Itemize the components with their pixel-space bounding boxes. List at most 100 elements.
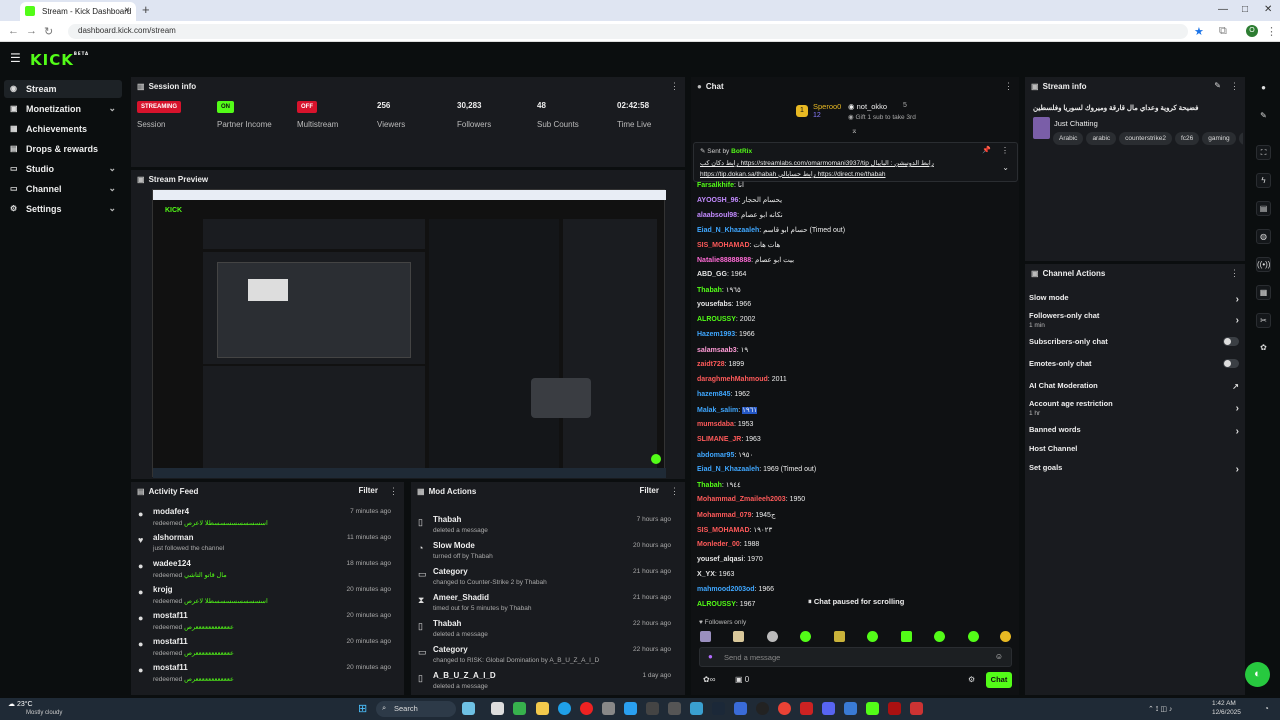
taskbar-search[interactable]: ⌕ Search [376,701,456,717]
gift-user[interactable]: Speroo0 [813,102,841,111]
emote-icon[interactable] [700,631,711,642]
emotes-only-toggle[interactable] [1223,359,1239,368]
bookmark-star-icon[interactable]: ★ [1194,25,1204,38]
filter-button[interactable]: Filter [639,486,659,495]
channel-action-slow-mode[interactable]: Slow mode › [1029,293,1239,305]
new-tab-button[interactable]: + [142,2,150,17]
chat-username[interactable]: daraghmehMahmoud [697,376,768,383]
file-explorer-icon[interactable] [536,702,549,715]
emote-icon[interactable] [968,631,979,642]
mod-target[interactable]: Thabah [433,619,461,628]
taskbar-date[interactable]: 12/6/2025 [1212,709,1241,716]
mod-target[interactable]: Category [433,567,468,576]
pinned-bot-name[interactable]: BotRix [731,148,752,155]
chat-username[interactable]: Mohammad_Zmaileeh2003 [697,496,786,503]
chat-username[interactable]: X_YX [697,571,715,578]
kick-logo[interactable]: KICKBETA [30,51,89,69]
kebab-menu-icon[interactable]: ⋮ [670,486,679,497]
channel-action-account-age[interactable]: Account age restriction 1 hr › [1029,399,1239,417]
tag-chip[interactable]: gaming [1202,132,1236,145]
task-view-icon[interactable] [491,702,504,715]
chat-username[interactable]: zaidt728 [697,361,725,368]
pin-icon[interactable]: 📌 [982,146,991,154]
chat-username[interactable]: Farsalkhife [697,182,734,189]
mod-target[interactable]: Category [433,645,468,654]
emote-icon[interactable] [901,631,912,642]
sidebar-item-channel[interactable]: ▭ Channel ⌄ [4,180,122,198]
fullscreen-icon[interactable]: ⛶ [1256,145,1271,160]
kebab-menu-icon[interactable]: ⋮ [389,486,398,497]
close-tab-icon[interactable]: × [124,5,130,16]
sidebar-item-drops[interactable]: ▤ Drops & rewards [4,140,122,158]
broadcast-icon[interactable]: ((•)) [1256,257,1271,272]
chat-username[interactable]: SIS_MOHAMAD [697,242,750,249]
tray-icons[interactable]: ⌃ ⟟ ◫ ♪ [1148,705,1172,714]
chat-username[interactable]: yousefabs [697,301,732,308]
tag-chip[interactable]: arabic [1086,132,1117,145]
mod-target[interactable]: Slow Mode [433,541,475,550]
emoji-icon[interactable]: ☺ [995,652,1003,661]
discord-icon[interactable] [822,702,835,715]
start-button[interactable]: ⊞ [358,702,367,715]
taskbar-app-icon[interactable] [844,702,857,715]
gift-target[interactable]: not_okko [857,102,887,111]
mod-target[interactable]: Ameer_Shadid [433,593,489,602]
kebab-menu-icon[interactable]: ⋮ [1230,81,1239,92]
chat-username[interactable]: SLIMANE_JR [697,436,741,443]
pinned-line[interactable]: رابط دكان كب https://streamlabs.com/omar… [700,159,1000,167]
emote-icon[interactable] [1000,631,1011,642]
emote-icon[interactable] [800,631,811,642]
feed-username[interactable]: krojg [153,585,173,594]
notification-icon[interactable]: ◔ [1264,704,1269,713]
channel-action-host-channel[interactable]: Host Channel [1029,444,1239,453]
points-icon[interactable]: ✿∞ [703,675,715,684]
tag-chip[interactable]: Arabic [1053,132,1084,145]
stream-video[interactable]: KICK [152,189,666,478]
obs-icon[interactable] [756,702,769,715]
taskbar-app-icon[interactable] [734,702,747,715]
browser-tab[interactable]: Stream - Kick Dashboard × [20,2,136,21]
emote-icon[interactable] [767,631,778,642]
minimize-button[interactable]: — [1218,4,1228,15]
sidebar-item-settings[interactable]: ⚙ Settings ⌄ [4,200,122,218]
channel-action-banned-words[interactable]: Banned words › [1029,425,1239,437]
chat-settings-icon[interactable]: ⚙ [968,675,975,684]
hamburger-menu-icon[interactable]: ☰ [10,51,21,65]
chat-bubble-icon[interactable]: ◍ [1256,229,1271,244]
sidebar-item-stream[interactable]: ◉ Stream [4,80,122,98]
chat-username[interactable]: Natalie88888888 [697,257,751,264]
taskbar-app-icon[interactable] [690,702,703,715]
chat-username[interactable]: AYOOSH_96 [697,197,738,204]
sidebar-item-monetization[interactable]: ▣ Monetization ⌄ [4,100,122,118]
browser-menu-icon[interactable]: ⋮ [1266,25,1277,38]
url-field[interactable]: dashboard.kick.com/stream [68,24,1188,39]
taskbar-app-icon[interactable] [602,702,615,715]
emote-icon[interactable] [934,631,945,642]
feed-username[interactable]: mostaf11 [153,611,188,620]
channel-action-followers-only[interactable]: Followers-only chat 1 min › [1029,311,1239,329]
chat-input[interactable]: ● Send a message ☺ [699,647,1012,667]
chat-paused-indicator[interactable]: ⏸ Chat paused for scrolling [808,597,904,607]
feed-username[interactable]: mostaf11 [153,663,188,672]
stream-category[interactable]: Just Chatting [1054,119,1098,128]
chat-username[interactable]: SIS_MOHAMAD [697,527,750,534]
feed-username[interactable]: modafer4 [153,507,189,516]
window-close-button[interactable]: ✕ [1264,4,1272,15]
taskbar-app-icon[interactable] [513,702,526,715]
emote-icon[interactable] [733,631,744,642]
chat-username[interactable]: Monleder_00 [697,541,740,548]
chevron-up-icon[interactable]: ⌅ [851,126,858,135]
chat-username[interactable]: Mohammad_079 [697,512,751,519]
chat-username[interactable]: Malak_salim [697,407,738,414]
send-chat-button[interactable]: Chat [986,672,1012,688]
chat-username[interactable]: abdomar95 [697,452,734,459]
info-icon[interactable]: ● [1256,81,1271,96]
chat-username[interactable]: Eiad_N_Khazaaleh [697,227,759,234]
taskbar-app-icon[interactable] [646,702,659,715]
kebab-menu-icon[interactable]: ⋮ [1001,146,1009,155]
chat-username[interactable]: ALROUSSY [697,601,736,608]
sidebar-item-achievements[interactable]: ▦ Achievements [4,120,122,138]
forward-icon[interactable]: → [26,25,37,37]
pencil-icon[interactable]: ✎ [1256,109,1271,124]
kebab-menu-icon[interactable]: ⋮ [1004,81,1013,92]
